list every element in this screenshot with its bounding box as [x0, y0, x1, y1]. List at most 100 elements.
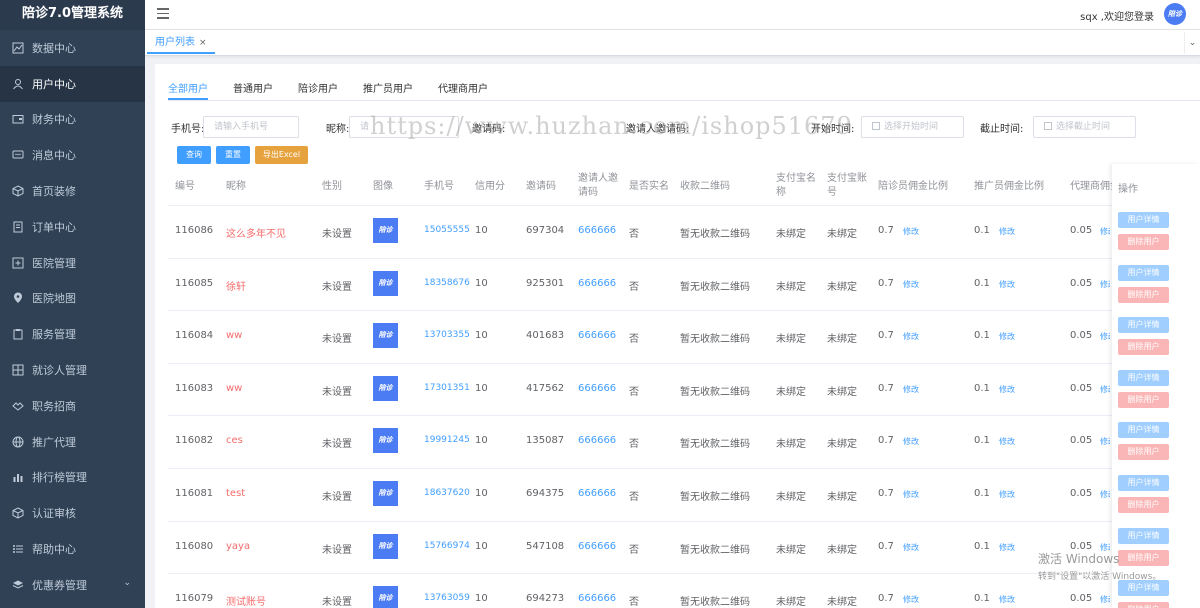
- edit-escort-rate-link[interactable]: 修改: [903, 542, 919, 553]
- delete-user-button[interactable]: 删除用户: [1118, 391, 1169, 408]
- edit-escort-rate-link[interactable]: 修改: [903, 436, 919, 447]
- close-icon[interactable]: ×: [199, 38, 207, 48]
- cell-phone[interactable]: 15055555777: [424, 225, 470, 235]
- edit-agent-rate-link[interactable]: 修改: [1100, 384, 1110, 395]
- cell-phone[interactable]: 15766974341: [424, 541, 470, 551]
- cell-inviter[interactable]: 666666: [578, 488, 616, 499]
- edit-agent-rate-link[interactable]: 修改: [1100, 489, 1110, 500]
- cell-promoter-rate: 0.1: [974, 382, 990, 394]
- sidebar-item-6[interactable]: 订单中心: [0, 209, 145, 245]
- edit-promoter-rate-link[interactable]: 修改: [999, 489, 1015, 500]
- edit-escort-rate-link[interactable]: 修改: [903, 489, 919, 500]
- delete-user-button[interactable]: 删除用户: [1118, 286, 1169, 303]
- avatar[interactable]: 陪诊: [373, 586, 398, 608]
- edit-promoter-rate-link[interactable]: 修改: [999, 226, 1015, 237]
- chevron-down-icon[interactable]: ⌄: [1184, 32, 1200, 54]
- user-detail-button[interactable]: 用户详情: [1118, 264, 1169, 281]
- edit-promoter-rate-link[interactable]: 修改: [999, 594, 1015, 605]
- user-detail-button[interactable]: 用户详情: [1118, 580, 1169, 597]
- cell-inviter[interactable]: 666666: [578, 330, 616, 341]
- sidebar-item-11[interactable]: 职务招商: [0, 388, 145, 424]
- delete-user-button[interactable]: 删除用户: [1118, 497, 1169, 513]
- sidebar-item-12[interactable]: 推广代理: [0, 424, 145, 460]
- sidebar-item-14[interactable]: 认证审核: [0, 495, 145, 531]
- sidebar-item-10[interactable]: 就诊人管理: [0, 352, 145, 388]
- edit-agent-rate-link[interactable]: 修改: [1100, 594, 1110, 605]
- tab-user-type-3[interactable]: 陪诊用户: [298, 78, 338, 100]
- tab-user-type-2[interactable]: 普通用户: [233, 78, 273, 100]
- edit-escort-rate-link[interactable]: 修改: [903, 331, 919, 342]
- edit-promoter-rate-link[interactable]: 修改: [999, 436, 1015, 447]
- cell-id: 116086: [175, 225, 214, 236]
- reset-button[interactable]: 重置: [216, 146, 250, 164]
- sidebar-item-8[interactable]: 医院地图: [0, 281, 145, 317]
- cell-phone[interactable]: 19991245131: [424, 435, 470, 445]
- user-detail-button[interactable]: 用户详情: [1118, 527, 1169, 544]
- avatar[interactable]: 陪诊: [373, 218, 398, 243]
- cell-inviter[interactable]: 666666: [578, 225, 616, 236]
- delete-user-button[interactable]: 删除用户: [1118, 234, 1169, 250]
- th-escort-rate: 陪诊员佣金比例: [878, 181, 948, 192]
- sidebar-item-4[interactable]: 消息中心: [0, 137, 145, 173]
- sidebar-item-3[interactable]: 财务中心: [0, 102, 145, 138]
- avatar[interactable]: 陪诊: [373, 480, 398, 506]
- edit-promoter-rate-link[interactable]: 修改: [999, 384, 1015, 395]
- avatar[interactable]: 陪诊: [373, 533, 398, 559]
- delete-user-button[interactable]: 删除用户: [1118, 602, 1169, 608]
- sidebar-item-1[interactable]: 数据中心: [0, 30, 145, 66]
- edit-agent-rate-link[interactable]: 修改: [1100, 226, 1110, 237]
- sidebar-item-9[interactable]: 服务管理: [0, 316, 145, 352]
- avatar[interactable]: 陪诊: [373, 270, 398, 296]
- cell-phone[interactable]: 13703355641: [424, 330, 470, 340]
- cell-phone[interactable]: 17301351501: [424, 383, 470, 393]
- edit-promoter-rate-link[interactable]: 修改: [999, 542, 1015, 553]
- export-excel-button[interactable]: 导出Excel: [255, 146, 308, 164]
- tab-user-type-1[interactable]: 全部用户: [168, 78, 208, 100]
- sidebar-item-13[interactable]: 排行榜管理: [0, 460, 145, 496]
- user-detail-button[interactable]: 用户详情: [1118, 422, 1169, 439]
- cell-phone[interactable]: 13763059941: [424, 593, 470, 603]
- cell-phone[interactable]: 18637620281: [424, 488, 470, 498]
- start-time-input[interactable]: 选择开始时间: [861, 116, 964, 138]
- tag-user-list[interactable]: 用户列表 ×: [147, 32, 215, 54]
- tab-user-type-5[interactable]: 代理商用户: [438, 78, 488, 100]
- edit-promoter-rate-link[interactable]: 修改: [999, 279, 1015, 290]
- cell-inviter[interactable]: 666666: [578, 435, 616, 446]
- phone-input[interactable]: 请输入手机号: [203, 116, 299, 138]
- edit-escort-rate-link[interactable]: 修改: [903, 594, 919, 605]
- sidebar-item-16[interactable]: 优惠券管理 ⌄: [0, 567, 145, 603]
- avatar[interactable]: 陪诊: [1164, 3, 1186, 25]
- edit-agent-rate-link[interactable]: 修改: [1100, 331, 1110, 342]
- edit-escort-rate-link[interactable]: 修改: [903, 226, 919, 237]
- avatar[interactable]: 陪诊: [373, 375, 398, 401]
- edit-escort-rate-link[interactable]: 修改: [903, 279, 919, 290]
- sidebar-item-7[interactable]: 医院管理: [0, 245, 145, 281]
- delete-user-button[interactable]: 删除用户: [1118, 444, 1169, 461]
- cell-inviter[interactable]: 666666: [578, 541, 616, 552]
- edit-escort-rate-link[interactable]: 修改: [903, 384, 919, 395]
- sidebar-item-2[interactable]: 用户中心: [0, 65, 145, 102]
- cell-agent-rate: 0.05: [1070, 382, 1093, 394]
- avatar[interactable]: 陪诊: [373, 323, 398, 349]
- edit-agent-rate-link[interactable]: 修改: [1100, 279, 1110, 290]
- edit-promoter-rate-link[interactable]: 修改: [999, 331, 1015, 342]
- edit-agent-rate-link[interactable]: 修改: [1100, 436, 1110, 447]
- avatar[interactable]: 陪诊: [373, 428, 398, 454]
- cell-inviter[interactable]: 666666: [578, 278, 616, 289]
- ops-cell: 用户详情删除用户: [1118, 264, 1170, 309]
- user-detail-button[interactable]: 用户详情: [1118, 212, 1169, 228]
- end-time-input[interactable]: 选择截止时间: [1033, 116, 1136, 138]
- tab-user-type-4[interactable]: 推广员用户: [363, 78, 413, 100]
- cell-inviter[interactable]: 666666: [578, 593, 616, 604]
- user-detail-button[interactable]: 用户详情: [1118, 317, 1169, 334]
- cell-id: 116084: [175, 330, 214, 342]
- user-detail-button[interactable]: 用户详情: [1118, 475, 1169, 491]
- cell-inviter[interactable]: 666666: [578, 383, 616, 394]
- cell-phone[interactable]: 18358676397: [424, 278, 470, 288]
- delete-user-button[interactable]: 删除用户: [1118, 339, 1169, 356]
- search-button[interactable]: 查询: [177, 146, 211, 164]
- user-detail-button[interactable]: 用户详情: [1118, 369, 1169, 386]
- sidebar-item-5[interactable]: 首页装修: [0, 173, 145, 209]
- sidebar-item-15[interactable]: 帮助中心: [0, 531, 145, 567]
- hamburger-icon[interactable]: [157, 8, 169, 20]
